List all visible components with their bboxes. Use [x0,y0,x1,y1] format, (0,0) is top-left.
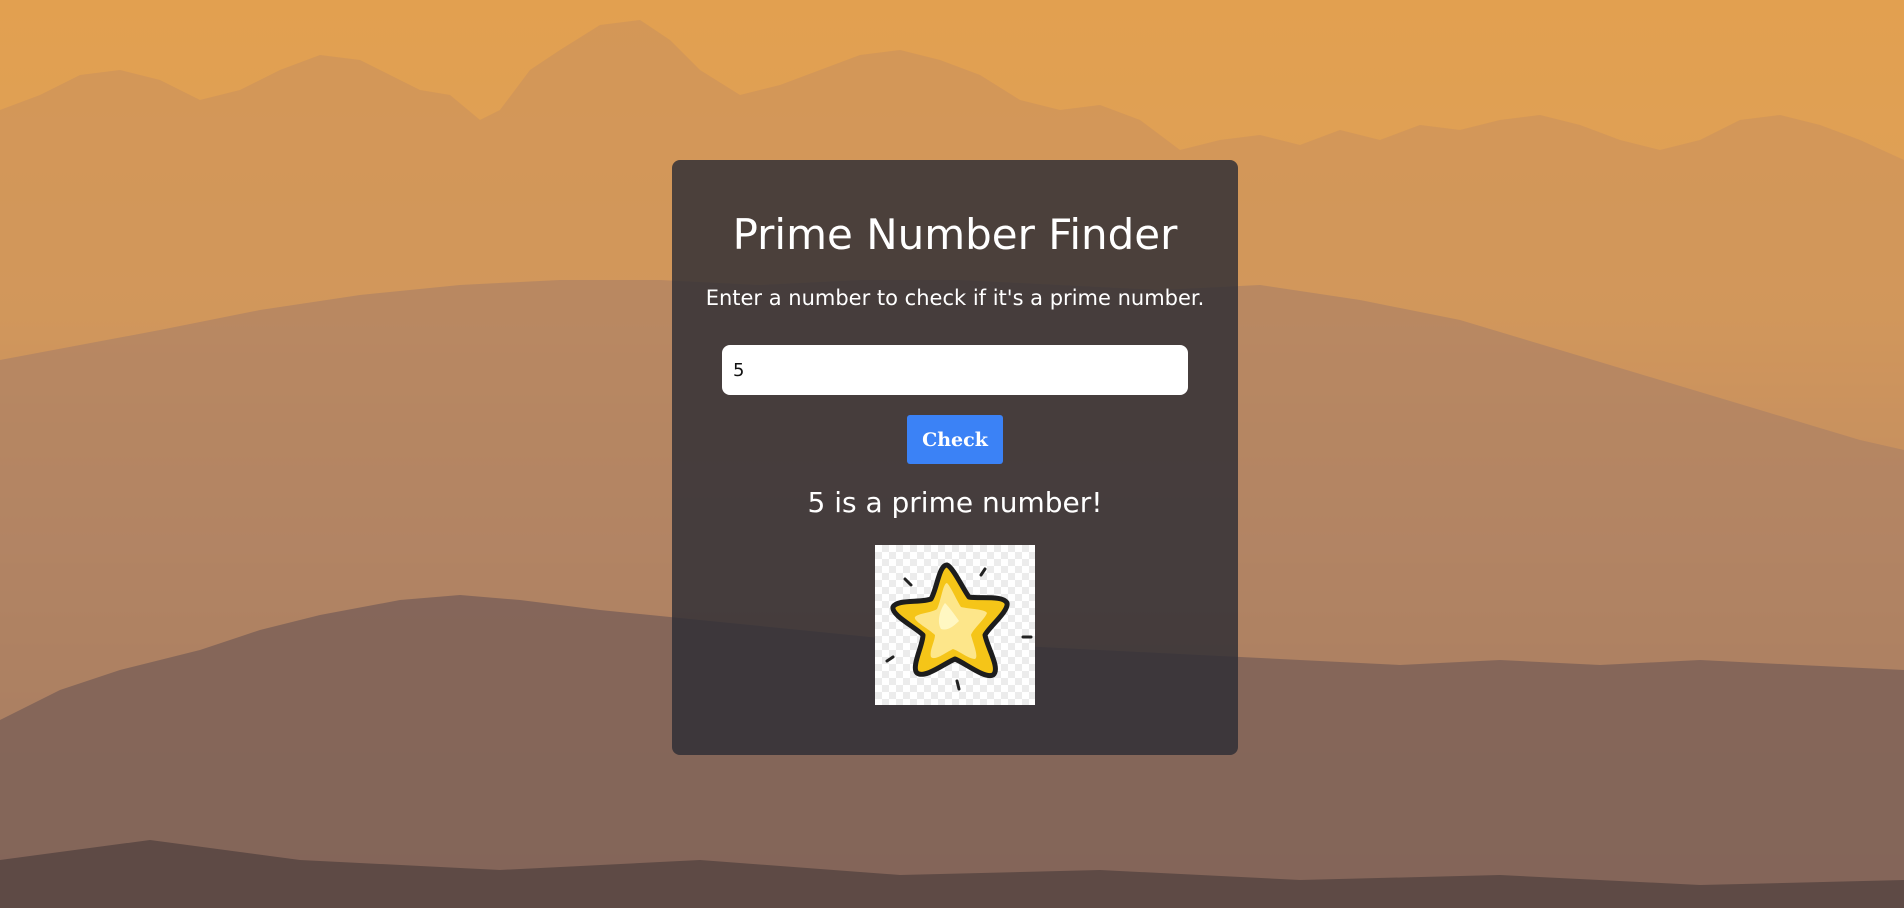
star-icon [885,562,1033,691]
check-button[interactable]: Check [907,415,1003,464]
instructions-text: Enter a number to check if it's a prime … [705,286,1205,310]
star-image [875,545,1035,705]
page-background: Prime Number Finder Enter a number to ch… [0,0,1904,908]
prime-checker-card: Prime Number Finder Enter a number to ch… [672,160,1238,755]
page-title: Prime Number Finder [732,210,1178,259]
number-input[interactable] [722,345,1188,395]
result-text: 5 is a prime number! [807,486,1103,519]
